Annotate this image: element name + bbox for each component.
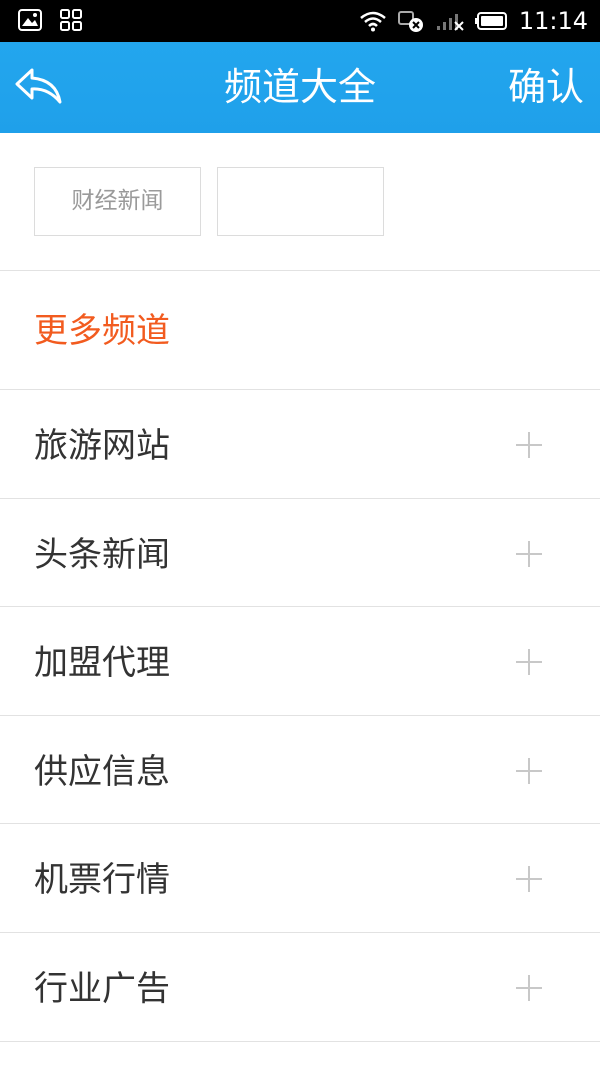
status-right-icons: 11:14 (359, 6, 588, 36)
confirm-button[interactable]: 确认 (508, 62, 584, 112)
more-channels-title: 更多频道 (34, 311, 170, 351)
channel-label: 旅游网站 (34, 426, 170, 466)
channel-list: 旅游网站 头条新闻 加盟代理 供应信息 机票行情 行业广告 (0, 390, 600, 1042)
add-icon[interactable] (516, 432, 542, 458)
status-bar: 11:14 (0, 0, 600, 42)
list-item[interactable]: 头条新闻 (0, 499, 600, 608)
selected-channels-area: 财经新闻 (0, 133, 600, 271)
list-item[interactable]: 供应信息 (0, 716, 600, 825)
wifi-icon (360, 11, 386, 32)
add-icon[interactable] (516, 649, 542, 676)
list-item[interactable]: 旅游网站 (0, 390, 600, 499)
more-channels-header: 更多频道 (0, 272, 600, 390)
channel-label: 头条新闻 (34, 534, 170, 575)
channel-label: 供应信息 (34, 751, 170, 792)
selected-channel-chip[interactable]: 财经新闻 (34, 167, 201, 236)
channel-label: 机票行情 (34, 860, 170, 901)
battery-icon (474, 12, 507, 30)
data-off-icon (397, 11, 423, 32)
channel-label: 行业广告 (34, 968, 170, 1009)
status-time: 11:14 (518, 7, 588, 35)
add-icon[interactable] (516, 757, 542, 784)
add-icon[interactable] (516, 540, 542, 567)
list-item[interactable]: 行业广告 (0, 933, 600, 1042)
app-bar: 频道大全 确认 (0, 42, 600, 133)
apps-icon (60, 9, 82, 31)
add-icon[interactable] (516, 974, 542, 1001)
channel-label: 加盟代理 (34, 643, 170, 684)
image-icon (18, 9, 42, 31)
signal-icon (436, 14, 464, 31)
status-left-icons (18, 9, 82, 31)
add-icon[interactable] (516, 866, 542, 893)
selected-channel-chip-empty[interactable] (217, 167, 384, 236)
list-item[interactable]: 加盟代理 (0, 607, 600, 716)
list-item[interactable]: 机票行情 (0, 824, 600, 933)
